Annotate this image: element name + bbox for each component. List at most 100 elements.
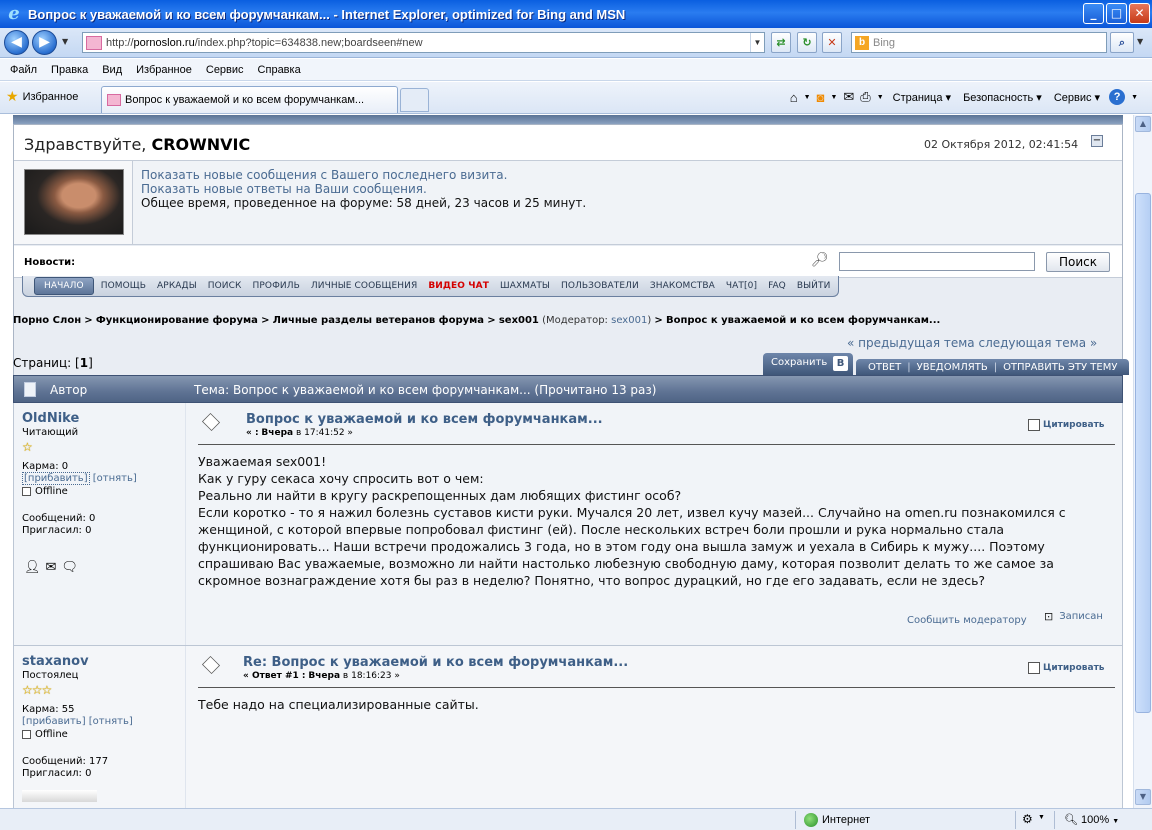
post-author-panel: OldNike Читающий ☆ Карма: 0 [прибавить] … <box>14 403 186 645</box>
search-input[interactable]: b Bing <box>851 32 1107 53</box>
notify-button[interactable]: УВЕДОМЛЯТЬ <box>917 362 988 373</box>
refresh-icon[interactable]: ↻ <box>797 32 817 53</box>
post-meta-time: в 17:41:52 » <box>295 428 353 438</box>
nav-faq[interactable]: FAQ <box>768 281 786 291</box>
browser-tab[interactable]: Вопрос к уважаемой и ко всем форумчанкам… <box>101 86 398 113</box>
favorites-button[interactable]: ★ Избранное <box>6 88 78 105</box>
history-dropdown-icon[interactable]: ▼ <box>62 37 68 46</box>
vertical-scrollbar[interactable]: ▲ ▼ <box>1133 115 1152 808</box>
prev-topic-link[interactable]: « предыдущая тема <box>847 336 975 350</box>
new-posts-link[interactable]: Показать новые сообщения с Вашего послед… <box>141 168 586 182</box>
nav-video-chat[interactable]: ВИДЕО ЧАТ <box>428 281 489 291</box>
menu-view[interactable]: Вид <box>102 64 122 76</box>
profile-icon[interactable]: 👤︎ <box>24 560 41 575</box>
nav-logout[interactable]: ВЫЙТИ <box>797 281 831 291</box>
nav-profile[interactable]: ПРОФИЛЬ <box>253 281 300 291</box>
email-icon[interactable]: ✉ <box>46 560 57 575</box>
scrollbar-thumb[interactable] <box>1135 193 1151 713</box>
menu-edit[interactable]: Правка <box>51 64 88 76</box>
post-author-name[interactable]: OldNike <box>22 411 79 426</box>
quote-button[interactable]: Цитировать <box>1028 662 1104 674</box>
new-tab-button[interactable] <box>400 88 429 112</box>
page-menu[interactable]: Страница ▾ <box>893 91 951 104</box>
tab-title: Вопрос к уважаемой и ко всем форумчанкам… <box>125 94 365 106</box>
read-mail-icon[interactable]: ✉ <box>843 89 854 105</box>
forum-search-button[interactable]: Поиск <box>1046 252 1110 272</box>
print-icon[interactable]: ⎙ <box>860 89 870 105</box>
nav-arcades[interactable]: АРКАДЫ <box>157 281 197 291</box>
next-topic-link[interactable]: следующая тема » <box>978 336 1097 350</box>
post-title[interactable]: Re: Вопрос к уважаемой и ко всем форумча… <box>243 655 628 670</box>
nav-users[interactable]: ПОЛЬЗОВАТЕЛИ <box>561 281 639 291</box>
stop-icon[interactable]: ✕ <box>822 32 842 53</box>
breadcrumb-home[interactable]: Порно Слон <box>13 315 81 326</box>
search-options-icon[interactable]: ▼ <box>1137 37 1143 46</box>
breadcrumb-board-parent[interactable]: Личные разделы ветеранов форума <box>273 315 484 326</box>
online-status-label: Offline <box>35 486 68 497</box>
home-dropdown-icon[interactable]: ▼ <box>804 94 811 101</box>
breadcrumb-topic[interactable]: Вопрос к уважаемой и ко всем форумчанкам… <box>666 315 940 326</box>
menu-file[interactable]: Файл <box>10 64 37 76</box>
online-status-label: Offline <box>35 729 68 740</box>
send-topic-button[interactable]: ОТПРАВИТЬ ЭТУ ТЕМУ <box>1003 362 1117 373</box>
collapse-panel-icon[interactable]: − <box>1091 135 1103 147</box>
nav-home[interactable]: НАЧАЛО <box>34 277 94 295</box>
compatibility-view-icon[interactable]: ⇄ <box>771 32 791 53</box>
save-to-vk-button[interactable]: Сохранить B <box>763 353 853 375</box>
quote-button[interactable]: Цитировать <box>1028 419 1104 431</box>
post-author-name[interactable]: staxanov <box>22 654 89 669</box>
maximize-button[interactable]: □ <box>1106 3 1127 24</box>
close-button[interactable]: ✕ <box>1129 3 1150 24</box>
breadcrumb-sep: > <box>654 315 663 326</box>
nav-help[interactable]: ПОМОЩЬ <box>101 281 146 291</box>
new-replies-link[interactable]: Показать новые ответы на Ваши сообщения. <box>141 182 586 196</box>
security-zone: Интернет <box>804 813 870 827</box>
protected-mode-icon[interactable]: ⚙ <box>1022 812 1033 826</box>
karma-plus-link[interactable]: [прибавить] <box>22 472 90 485</box>
scroll-up-icon[interactable]: ▲ <box>1135 116 1151 132</box>
nav-chat[interactable]: ЧАТ[0] <box>726 281 757 291</box>
post-title[interactable]: Вопрос к уважаемой и ко всем форумчанкам… <box>246 412 603 427</box>
forum-search-input[interactable] <box>839 252 1035 271</box>
nav-messages[interactable]: ЛИЧНЫЕ СООБЩЕНИЯ <box>311 281 417 291</box>
minimize-button[interactable]: _ <box>1083 3 1104 24</box>
quote-label: Цитировать <box>1043 420 1105 430</box>
safety-menu[interactable]: Безопасность ▾ <box>963 91 1042 104</box>
karma-plus-link[interactable]: [прибавить] <box>22 716 86 727</box>
protected-mode-dropdown-icon[interactable]: ▼ <box>1038 814 1045 821</box>
back-button[interactable]: ◀ <box>4 30 29 55</box>
breadcrumb-section[interactable]: Функционирование форума <box>96 315 258 326</box>
feed-dropdown-icon[interactable]: ▼ <box>830 94 837 101</box>
home-icon[interactable]: ⌂ <box>790 90 798 105</box>
breadcrumb-board[interactable]: sex001 <box>499 315 539 326</box>
forward-button[interactable]: ▶ <box>32 30 57 55</box>
search-go-icon[interactable]: ⌕ <box>1110 32 1134 53</box>
url-dropdown-icon[interactable]: ▼ <box>750 33 764 52</box>
post-body-line: Уважаемая sex001! <box>198 454 327 469</box>
moderator-link[interactable]: sex001 <box>611 315 647 326</box>
nav-search[interactable]: ПОИСК <box>208 281 242 291</box>
page-menu-label: Страница <box>892 91 943 104</box>
page-current[interactable]: 1 <box>80 356 88 370</box>
scroll-down-icon[interactable]: ▼ <box>1135 789 1151 805</box>
rss-feed-icon[interactable]: ◙ <box>817 90 825 105</box>
nav-chess[interactable]: ШАХМАТЫ <box>500 281 550 291</box>
tools-menu[interactable]: Сервис ▾ <box>1054 91 1100 104</box>
help-dropdown-icon[interactable]: ▼ <box>1131 94 1138 101</box>
menu-tools[interactable]: Сервис <box>206 64 244 76</box>
quote-icon <box>1028 662 1040 674</box>
vk-icon: B <box>833 356 848 371</box>
menu-help[interactable]: Справка <box>258 64 301 76</box>
zoom-level[interactable]: 🔍︎ 100% ▼ <box>1064 813 1119 826</box>
site-favicon-icon <box>86 35 102 50</box>
url-input[interactable]: http://pornoslon.ru/index.php?topic=6348… <box>82 32 765 53</box>
help-icon[interactable]: ? <box>1109 89 1126 105</box>
report-to-moderator-link[interactable]: Сообщить модератору <box>907 615 1027 626</box>
personal-message-icon[interactable]: 🗨︎ <box>61 560 78 575</box>
karma-minus-link[interactable]: [отнять] <box>93 473 137 484</box>
reply-button[interactable]: ОТВЕТ <box>868 362 901 373</box>
print-dropdown-icon[interactable]: ▼ <box>877 94 884 101</box>
karma-minus-link[interactable]: [отнять] <box>89 716 133 727</box>
nav-dating[interactable]: ЗНАКОМСТВА <box>650 281 715 291</box>
menu-favorites[interactable]: Избранное <box>136 64 192 76</box>
